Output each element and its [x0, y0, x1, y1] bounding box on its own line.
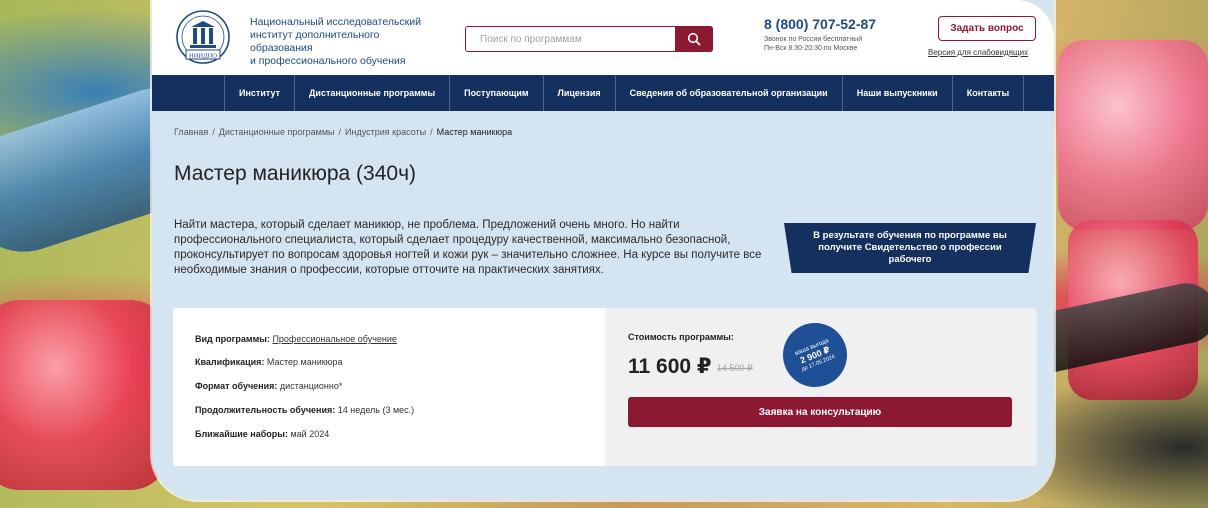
- cost-label: Стоимость программы:: [628, 332, 734, 342]
- current-price: 11 600 ₽: [628, 355, 712, 378]
- search-input[interactable]: [466, 27, 676, 51]
- ask-question-button[interactable]: Задать вопрос: [938, 16, 1036, 41]
- qualification-label: Квалификация:: [195, 357, 265, 367]
- breadcrumb-distance-programs[interactable]: Дистанционные программы: [219, 127, 335, 137]
- nav-item-applicants[interactable]: Поступающим: [450, 75, 544, 111]
- page-card: НИИДПО Национальный исследовательский ин…: [152, 0, 1054, 500]
- old-price: 14 500 ₽: [717, 363, 753, 373]
- qualification-value: Мастер маникюра: [266, 357, 343, 367]
- phone-note: Звонок по России бесплатный Пн-Вск 8:30-…: [764, 35, 862, 53]
- nav-item-institute[interactable]: Институт: [224, 75, 296, 111]
- institute-logo[interactable]: НИИДПО: [174, 10, 232, 66]
- nav-item-organization-info[interactable]: Сведения об образовательной организации: [616, 75, 843, 111]
- institute-name-line: институт дополнительного образования: [250, 29, 380, 54]
- nav-item-graduates[interactable]: Наши выпускники: [843, 75, 953, 111]
- program-type-label: Вид программы:: [195, 334, 270, 344]
- search-box: [465, 26, 713, 52]
- institute-name-line: Национальный исследовательский: [250, 16, 421, 28]
- duration-label: Продолжительность обучения:: [195, 405, 336, 415]
- breadcrumb-current: Мастер маникюра: [436, 127, 513, 137]
- program-type-link[interactable]: Профессиональное обучение: [272, 334, 396, 344]
- format-value: дистанционно*: [279, 381, 343, 391]
- background-nail-polish-red: [0, 300, 170, 490]
- breadcrumb-home[interactable]: Главная: [174, 127, 208, 137]
- search-icon: [687, 32, 701, 46]
- program-info-panel: Вид программы: Профессиональное обучение…: [173, 308, 605, 466]
- program-type-row: Вид программы: Профессиональное обучение: [195, 334, 397, 344]
- nav-item-distance-programs[interactable]: Дистанционные программы: [295, 75, 451, 111]
- institute-name-line: и профессионального обучения: [250, 55, 406, 67]
- breadcrumb: Главная / Дистанционные программы / Индустри…: [174, 127, 513, 137]
- logo-text: НИИДПО: [189, 53, 217, 60]
- enrollment-value: май 2024: [290, 429, 330, 439]
- page-title: Мастер маникюра (340ч): [174, 162, 417, 185]
- site-header: НИИДПО Национальный исследовательский ин…: [152, 0, 1054, 75]
- consultation-request-button[interactable]: Заявка на консультацию: [628, 397, 1012, 427]
- savings-badge: ваша выгода 2 900 ₽ до 17.05.2024: [773, 313, 857, 397]
- nav-item-license[interactable]: Лицензия: [544, 75, 616, 111]
- program-description: Найти мастера, который сделает маникюр, …: [174, 219, 762, 276]
- format-row: Формат обучения: дистанционно*: [195, 381, 342, 391]
- enrollment-label: Ближайшие наборы:: [195, 429, 288, 439]
- enrollment-row: Ближайшие наборы: май 2024: [195, 429, 329, 439]
- duration-row: Продолжительность обучения: 14 недель (3…: [195, 405, 414, 415]
- nav-item-contacts[interactable]: Контакты: [953, 75, 1025, 111]
- institute-name[interactable]: Национальный исследовательский институт …: [250, 16, 440, 68]
- pricing-panel: Стоимость программы: 11 600 ₽ 14 500 ₽ в…: [605, 308, 1037, 466]
- phone-note-line: Звонок по России бесплатный: [764, 36, 863, 43]
- format-label: Формат обучения:: [195, 381, 278, 391]
- main-nav: Институт Дистанционные программы Поступа…: [152, 75, 1054, 111]
- duration-value: 14 недель (3 мес.): [337, 405, 415, 415]
- certificate-ribbon: В результате обучения по программе вы по…: [784, 223, 1036, 273]
- search-button[interactable]: [675, 26, 713, 52]
- phone-note-line: Пн-Вск 8:30-20:30 по Москве: [764, 45, 858, 52]
- background-nail-polish-pink: [1058, 40, 1208, 230]
- phone-number[interactable]: 8 (800) 707-52-87: [764, 16, 876, 32]
- background-nail-polish-red-right: [1068, 220, 1198, 400]
- low-vision-link[interactable]: Версия для слабовидящих: [928, 48, 1028, 57]
- qualification-row: Квалификация: Мастер маникюра: [195, 357, 342, 367]
- breadcrumb-beauty-industry[interactable]: Индустрия красоты: [345, 127, 426, 137]
